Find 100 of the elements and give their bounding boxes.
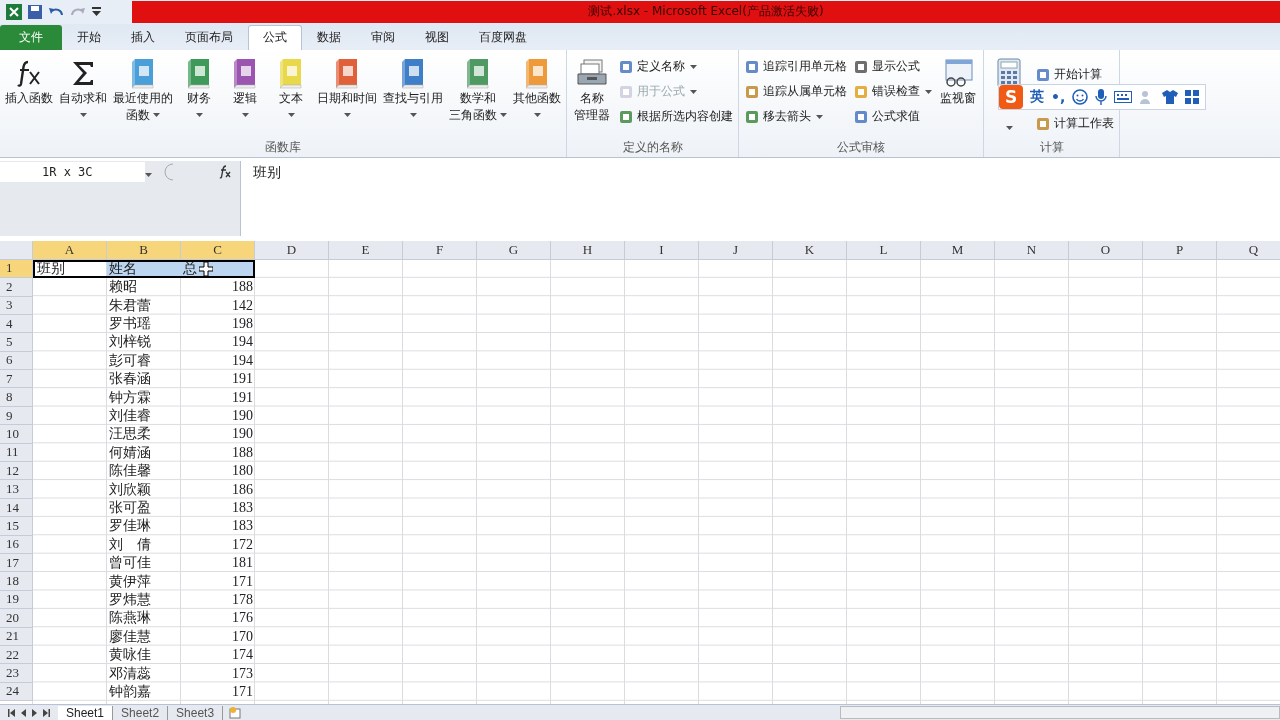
command-icon: [853, 83, 869, 100]
column-header[interactable]: B: [107, 241, 181, 260]
ribbon-small-button[interactable]: 显示公式: [853, 55, 932, 78]
ribbon-button[interactable]: 监视窗: [936, 53, 980, 139]
ribbon-tab[interactable]: 百度网盘: [464, 24, 542, 50]
column-header[interactable]: A: [33, 241, 107, 260]
name-box[interactable]: 1R x 3C: [0, 161, 145, 182]
row-header[interactable]: 2: [0, 278, 33, 297]
ribbon-button[interactable]: 逻辑: [223, 53, 267, 139]
row-header[interactable]: 20: [0, 609, 33, 628]
command-icon: [1035, 115, 1051, 132]
ribbon-small-button[interactable]: 公式求值: [853, 105, 932, 128]
column-header[interactable]: C: [181, 241, 255, 260]
caret-icon: [533, 112, 541, 117]
caret-icon: [500, 113, 507, 118]
row-header[interactable]: 13: [0, 480, 33, 499]
row-header[interactable]: 7: [0, 370, 33, 389]
sheet-tab[interactable]: Sheet3: [168, 705, 224, 720]
ribbon-button[interactable]: 插入函数: [3, 53, 55, 139]
column-header[interactable]: N: [995, 241, 1069, 260]
column-header[interactable]: I: [625, 241, 699, 260]
save-icon[interactable]: [28, 4, 42, 19]
ribbon-button[interactable]: 数学和 三角函数: [447, 53, 509, 139]
ribbon-small-button[interactable]: 计算工作表: [1035, 112, 1114, 135]
last-sheet-icon[interactable]: [43, 708, 50, 717]
grid-icon[interactable]: [1185, 90, 1200, 104]
punctuation-toggle[interactable]: •,: [1051, 89, 1066, 105]
ribbon-button[interactable]: 自动求和: [57, 53, 109, 139]
row-header[interactable]: 5: [0, 333, 33, 352]
ribbon-tab[interactable]: 视图: [410, 24, 464, 50]
ribbon-small-button[interactable]: 根据所选内容创建: [618, 105, 733, 128]
column-header[interactable]: H: [551, 241, 625, 260]
column-header[interactable]: F: [403, 241, 477, 260]
file-tab[interactable]: 文件: [0, 24, 62, 50]
row-header[interactable]: 23: [0, 664, 33, 683]
column-header[interactable]: M: [921, 241, 995, 260]
table-cell-text: 183: [231, 517, 254, 536]
ribbon-button[interactable]: 财务: [177, 53, 221, 139]
ribbon-tab[interactable]: 公式: [248, 24, 302, 50]
column-header[interactable]: K: [773, 241, 847, 260]
table-cell-text: 刘 倩: [108, 535, 152, 554]
column-header[interactable]: G: [477, 241, 551, 260]
column-header[interactable]: E: [329, 241, 403, 260]
microphone-icon[interactable]: [1095, 89, 1108, 105]
previous-sheet-icon[interactable]: [21, 708, 26, 717]
column-header[interactable]: P: [1143, 241, 1217, 260]
ribbon-small-button[interactable]: 追踪从属单元格: [744, 80, 847, 103]
command-icon: [853, 58, 869, 75]
language-toggle[interactable]: 英: [1030, 88, 1044, 106]
row-header[interactable]: 10: [0, 425, 33, 444]
keyboard-icon[interactable]: [1114, 91, 1133, 103]
column-header[interactable]: J: [699, 241, 773, 260]
table-cell-text: 194: [231, 351, 254, 370]
column-header[interactable]: D: [255, 241, 329, 260]
shirt-icon[interactable]: [1162, 90, 1179, 104]
ribbon-small-button[interactable]: 定义名称: [618, 55, 733, 78]
group-label: 计算: [1038, 138, 1065, 156]
table-cell-text: 张春涵: [108, 370, 152, 389]
ribbon-button[interactable]: 日期和时间: [315, 53, 379, 139]
book-icon: [464, 56, 492, 89]
column-header[interactable]: O: [1069, 241, 1143, 260]
next-sheet-icon[interactable]: [32, 708, 37, 717]
command-icon: [618, 108, 634, 125]
row-header[interactable]: 8: [0, 388, 33, 407]
sheet-tab[interactable]: Sheet1: [58, 705, 114, 720]
ribbon-tab[interactable]: 数据: [302, 24, 356, 50]
table-cell-text: 刘欣颖: [108, 480, 152, 499]
caret-icon: [816, 114, 823, 119]
caret-icon: [1005, 125, 1013, 130]
column-header[interactable]: Q: [1217, 241, 1280, 260]
table-cell-text: 191: [231, 388, 254, 407]
customize-icon[interactable]: [92, 6, 101, 17]
horizontal-scrollbar[interactable]: [840, 706, 1280, 719]
insert-function-icon[interactable]: [218, 164, 232, 179]
ribbon-tab[interactable]: 审阅: [356, 24, 410, 50]
table-cell-text: 142: [231, 296, 254, 315]
ribbon-small-button[interactable]: 移去箭头: [744, 105, 847, 128]
ribbon-small-button[interactable]: 错误检查: [853, 80, 932, 103]
ribbon-button[interactable]: 名称 管理器: [570, 53, 614, 139]
ribbon-tab[interactable]: 页面布局: [170, 24, 248, 50]
ribbon-button[interactable]: 查找与引用: [381, 53, 445, 139]
smiley-icon[interactable]: [1072, 89, 1089, 105]
excel-icon[interactable]: [6, 3, 22, 20]
caret-icon: [409, 112, 417, 117]
ribbon-button[interactable]: 最近使用的 函数: [111, 53, 175, 139]
ribbon-small-button[interactable]: 开始计算: [1035, 63, 1114, 86]
ribbon-tab[interactable]: 插入: [116, 24, 170, 50]
table-cell-text: 何婧涵: [108, 443, 152, 462]
row-header[interactable]: 18: [0, 572, 33, 591]
sheet-tab[interactable]: Sheet2: [113, 705, 169, 720]
formula-input[interactable]: 班别: [240, 160, 1280, 237]
first-sheet-icon[interactable]: [8, 708, 15, 717]
ribbon-tab[interactable]: 开始: [62, 24, 116, 50]
column-header[interactable]: L: [847, 241, 921, 260]
row-header[interactable]: 12: [0, 462, 33, 481]
caret-icon: [241, 112, 249, 117]
ribbon-button[interactable]: 其他函数: [511, 53, 563, 139]
ribbon-small-button[interactable]: 追踪引用单元格: [744, 55, 847, 78]
ribbon-button[interactable]: 文本: [269, 53, 313, 139]
row-header[interactable]: 15: [0, 517, 33, 536]
